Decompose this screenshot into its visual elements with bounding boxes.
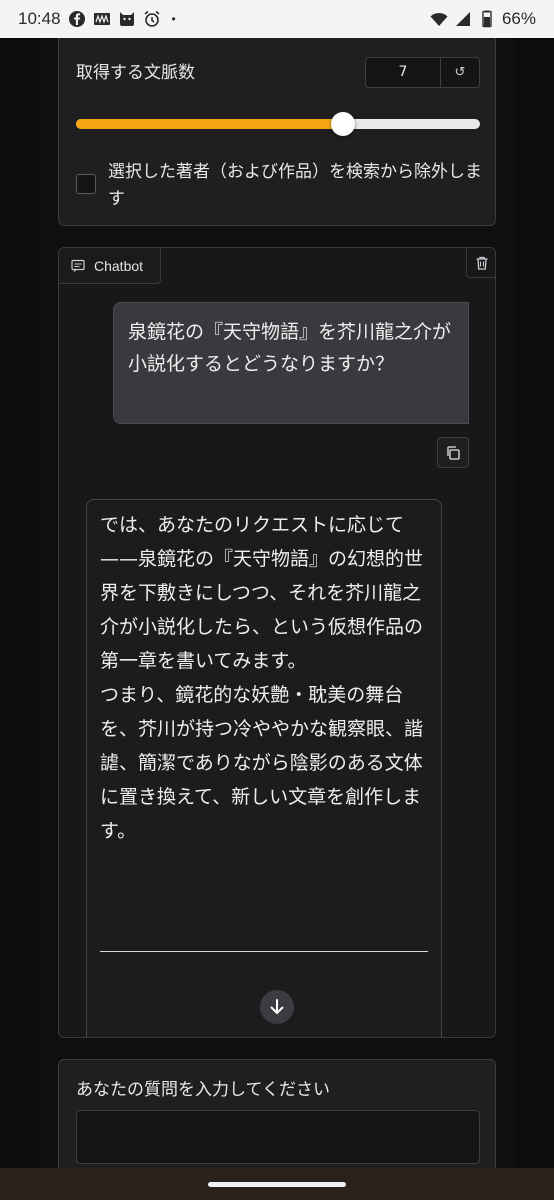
chatbot-label: Chatbot: [59, 248, 161, 284]
home-gesture-handle[interactable]: [208, 1182, 346, 1187]
notification-dot: •: [171, 12, 176, 26]
copy-button[interactable]: [437, 437, 469, 468]
context-count-slider[interactable]: [76, 112, 480, 136]
news-app-icon: [93, 10, 111, 28]
chatbot-panel: Chatbot 泉鏡花の『天守物語』を芥川龍之介が小説化するとどうなりますか？ …: [58, 247, 496, 1038]
context-count-label: 取得する文脈数: [76, 63, 195, 83]
cat-app-icon: [118, 10, 136, 28]
question-input[interactable]: [76, 1110, 480, 1164]
copy-icon: [445, 445, 461, 461]
arrow-down-icon: [267, 997, 287, 1017]
status-bar: 10:48 • 66%: [0, 0, 554, 38]
chatbot-label-text: Chatbot: [94, 257, 144, 274]
slider-thumb[interactable]: [330, 112, 355, 136]
wifi-icon: [430, 10, 448, 28]
user-message: 泉鏡花の『天守物語』を芥川龍之介が小説化するとどうなりますか？: [113, 302, 469, 424]
trash-icon: [474, 255, 490, 271]
battery-icon: [478, 10, 496, 28]
alarm-icon: [143, 10, 161, 28]
message-divider: [100, 951, 428, 952]
exclude-author-checkbox[interactable]: [76, 174, 96, 194]
facebook-icon: [68, 10, 86, 28]
bot-message-text: では、あなたのリクエストに応じて——泉鏡花の『天守物語』の幻想的世界を下敷きにし…: [100, 514, 424, 842]
bot-message: では、あなたのリクエストに応じて——泉鏡花の『天守物語』の幻想的世界を下敷きにし…: [86, 499, 442, 1037]
exclude-author-label: 選択した著者（および作品）を検索から除外します: [108, 162, 482, 209]
scroll-down-button[interactable]: [260, 990, 294, 1024]
reset-icon: ↺: [454, 65, 466, 80]
reset-button[interactable]: ↺: [440, 57, 480, 88]
chat-bubble-icon: [71, 259, 85, 273]
signal-icon: [454, 10, 472, 28]
context-count-input[interactable]: 7: [365, 57, 441, 88]
status-left: 10:48 •: [18, 9, 176, 29]
slider-fill: [76, 119, 343, 129]
navigation-bar: [0, 1168, 554, 1200]
question-label: あなたの質問を入力してください: [76, 1080, 330, 1100]
battery-percent: 66%: [501, 9, 536, 28]
clear-chat-button[interactable]: [466, 248, 495, 278]
status-right: 66%: [430, 9, 536, 29]
context-count-block: 取得する文脈数 7 ↺ 選択した著者（および作品）を検索から除外します: [58, 38, 496, 226]
status-time: 10:48: [18, 9, 61, 28]
